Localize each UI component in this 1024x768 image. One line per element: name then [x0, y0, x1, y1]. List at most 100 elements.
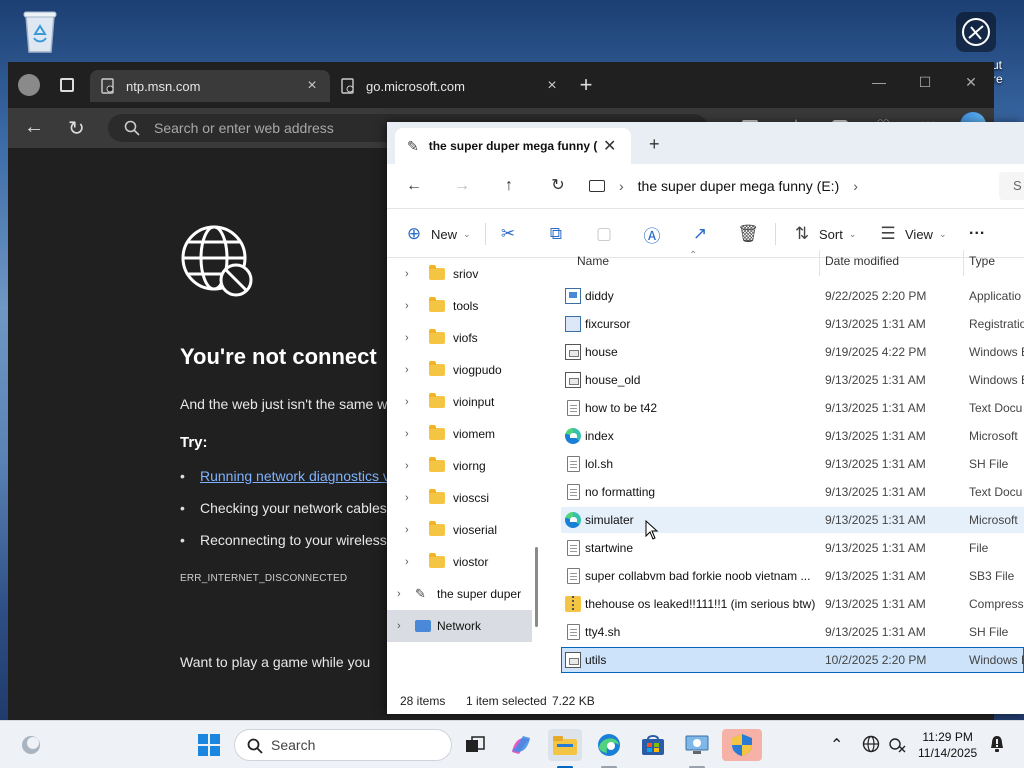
chevron-right-icon[interactable]: › [405, 460, 419, 472]
new-tab-icon[interactable]: + [574, 74, 598, 98]
file-row[interactable]: lol.sh 9/13/2025 1:31 AM SH File [561, 451, 1024, 477]
refresh-icon[interactable]: ↻ [68, 116, 85, 141]
sort-button[interactable]: ⇅ Sort ⌄ [791, 223, 857, 245]
chevron-right-icon[interactable]: › [405, 396, 419, 408]
chevron-right-icon[interactable]: › [405, 524, 419, 536]
tree-item-viogpudo[interactable]: › viogpudo [387, 354, 532, 386]
profile-avatar-icon[interactable] [18, 74, 40, 96]
search-box[interactable]: S [999, 172, 1024, 200]
close-tab-icon[interactable]: ✕ [603, 136, 616, 156]
explorer-tab[interactable]: ✎ the super duper mega funny ( [395, 128, 631, 164]
tree-item-viofs[interactable]: › viofs [387, 322, 532, 354]
file-row[interactable]: fixcursor 9/13/2025 1:31 AM Registratio [561, 311, 1024, 337]
tab-go-microsoft[interactable]: go.microsoft.com × [330, 70, 570, 102]
notification-bell-icon[interactable] [988, 735, 1006, 753]
back-icon[interactable]: ← [402, 174, 426, 198]
tree-item-vioserial[interactable]: › vioserial [387, 514, 532, 546]
file-row[interactable]: no formatting 9/13/2025 1:31 AM Text Docu [561, 479, 1024, 505]
tab-actions-icon[interactable] [60, 78, 74, 92]
forward-icon[interactable]: → [450, 174, 474, 198]
column-divider[interactable] [819, 250, 820, 276]
tree-item-network[interactable]: › Network [387, 610, 532, 642]
recycle-bin-icon[interactable] [20, 8, 60, 54]
suggestion-item[interactable]: Running network diagnostics v [180, 468, 390, 484]
chevron-right-icon[interactable]: › [397, 620, 411, 632]
start-button[interactable] [192, 729, 226, 761]
globe-icon[interactable] [862, 735, 880, 753]
up-icon[interactable]: ↑ [497, 174, 521, 198]
tree-item-viorng[interactable]: › viorng [387, 450, 532, 482]
maximize-icon[interactable]: ☐ [902, 68, 948, 96]
store-taskbar-icon[interactable] [636, 729, 670, 761]
chevron-right-icon[interactable]: › [853, 178, 858, 194]
new-tab-icon[interactable]: + [649, 134, 660, 155]
divider [485, 223, 486, 245]
close-window-icon[interactable]: ✕ [948, 68, 994, 96]
file-row[interactable]: startwine 9/13/2025 1:31 AM File [561, 535, 1024, 561]
column-header-date[interactable]: Date modified [825, 254, 899, 268]
chevron-right-icon[interactable]: › [397, 588, 411, 600]
chevron-right-icon[interactable]: › [619, 178, 624, 194]
task-view-icon[interactable] [458, 729, 492, 761]
chevron-up-icon[interactable]: ⌃ [830, 735, 843, 755]
chevron-right-icon[interactable]: › [405, 300, 419, 312]
file-explorer-taskbar-icon[interactable] [548, 729, 582, 761]
copy-button[interactable]: ⧉ [545, 223, 567, 245]
close-tab-icon[interactable]: × [544, 78, 560, 94]
file-row[interactable]: house_old 9/13/2025 1:31 AM Windows B [561, 367, 1024, 393]
tree-item-viomem[interactable]: › viomem [387, 418, 532, 450]
file-type: Windows B [969, 345, 1024, 359]
taskbar-search[interactable]: Search [234, 729, 452, 761]
file-row[interactable]: diddy 9/22/2025 2:20 PM Applicatio [561, 283, 1024, 309]
file-row[interactable]: super collabvm bad forkie noob vietnam .… [561, 563, 1024, 589]
view-button[interactable]: ☰ View ⌄ [877, 223, 946, 245]
chevron-right-icon[interactable]: › [405, 556, 419, 568]
new-button[interactable]: ⊕ New ⌄ [403, 223, 471, 245]
delete-button[interactable]: 🗑 [737, 223, 759, 245]
remote-desktop-taskbar-icon[interactable] [680, 729, 714, 761]
file-row[interactable]: how to be t42 9/13/2025 1:31 AM Text Docu [561, 395, 1024, 421]
file-row[interactable]: tty4.sh 9/13/2025 1:31 AM SH File [561, 619, 1024, 645]
scissors-icon: ✂ [500, 224, 516, 243]
minimize-icon[interactable]: — [856, 68, 902, 96]
close-tab-icon[interactable]: × [304, 78, 320, 94]
file-row[interactable]: house 9/19/2025 4:22 PM Windows B [561, 339, 1024, 365]
chevron-right-icon[interactable]: › [405, 364, 419, 376]
tree-item-sriov[interactable]: › sriov [387, 258, 532, 290]
tab-ntp-msn[interactable]: ntp.msn.com × [90, 70, 330, 102]
column-header-type[interactable]: Type [969, 254, 995, 268]
widgets-icon[interactable] [14, 729, 48, 761]
file-row[interactable]: thehouse os leaked!!111!!1 (im serious b… [561, 591, 1024, 617]
back-icon[interactable]: ← [24, 116, 44, 139]
clock[interactable]: 11:29 PM 11/14/2025 [918, 729, 977, 761]
copilot-icon[interactable] [504, 729, 538, 761]
file-row[interactable]: utils 10/2/2025 2:20 PM Windows B [561, 647, 1024, 673]
desktop-shortcut-icon[interactable] [956, 12, 996, 52]
tree-item-tools[interactable]: › tools [387, 290, 532, 322]
chevron-right-icon[interactable]: › [405, 268, 419, 280]
tree-item-drive[interactable]: › ✎ the super duper [387, 578, 532, 610]
more-options-button[interactable]: ... [969, 219, 985, 241]
rename-button[interactable]: Ⓐ [641, 223, 663, 246]
tree-item-viostor[interactable]: › viostor [387, 546, 532, 578]
column-header-name[interactable]: Name [577, 254, 609, 268]
paste-button[interactable]: ▢ [593, 223, 615, 245]
cut-button[interactable]: ✂ [497, 223, 519, 245]
file-row[interactable]: index 9/13/2025 1:31 AM Microsoft [561, 423, 1024, 449]
tree-item-vioinput[interactable]: › vioinput [387, 386, 532, 418]
tree-scrollbar-thumb[interactable] [535, 547, 538, 627]
address-breadcrumb[interactable]: › the super duper mega funny (E:) › [589, 164, 858, 208]
chevron-right-icon[interactable]: › [405, 428, 419, 440]
refresh-icon[interactable]: ↻ [546, 174, 570, 198]
edge-taskbar-icon[interactable] [592, 729, 626, 761]
network-disconnected-icon[interactable] [888, 735, 906, 753]
tree-item-vioscsi[interactable]: › vioscsi [387, 482, 532, 514]
chevron-right-icon[interactable]: › [405, 332, 419, 344]
column-divider[interactable] [963, 250, 964, 276]
file-row[interactable]: simulater 9/13/2025 1:31 AM Microsoft [561, 507, 1024, 533]
network-diagnostics-link[interactable]: Running network diagnostics v [200, 468, 390, 484]
chevron-right-icon[interactable]: › [405, 492, 419, 504]
security-taskbar-icon[interactable] [722, 729, 762, 761]
breadcrumb-drive[interactable]: the super duper mega funny (E:) [638, 178, 840, 194]
share-button[interactable]: ↗ [689, 223, 711, 245]
